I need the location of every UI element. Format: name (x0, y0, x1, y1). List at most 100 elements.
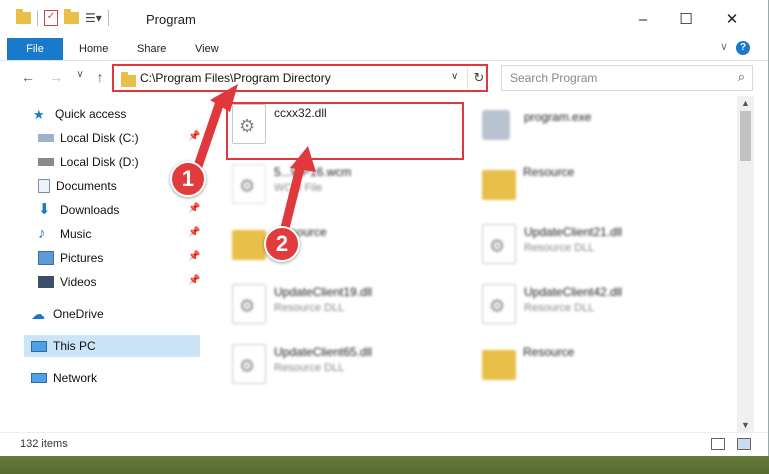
file-name: 5...WP16.wcm (274, 165, 352, 179)
close-button[interactable]: ✕ (720, 8, 744, 32)
sidebar-item-label: Documents (56, 179, 117, 193)
file-type: Resource DLL (274, 302, 345, 314)
help-icon[interactable]: ? (736, 41, 750, 55)
file-name: UpdateClient65.dll (274, 345, 373, 359)
pin-icon: 📌 (188, 203, 201, 214)
file-item-resource-folder[interactable]: Resource (480, 160, 720, 210)
file-name: program.exe (524, 110, 592, 124)
scrollbar-thumb[interactable] (740, 111, 751, 161)
sidebar-item-label: OneDrive (53, 307, 104, 321)
sidebar-item-label: Local Disk (C:) (60, 131, 139, 145)
sidebar-item-music[interactable]: ♪ Music (38, 223, 91, 245)
file-name: UpdateClient21.dll (524, 225, 623, 239)
customize-toolbar-icon[interactable]: ☰▾ (85, 11, 102, 25)
status-bar: 132 items (0, 432, 768, 457)
large-icons-view-icon[interactable] (737, 438, 751, 450)
exe-icon (482, 110, 510, 140)
music-icon: ♪ (38, 225, 46, 242)
file-item-wcm[interactable]: 5...WP16.wcm WCM File (230, 160, 470, 210)
tab-view[interactable]: View (195, 38, 219, 60)
file-name: UpdateClient19.dll (274, 285, 373, 299)
toolbar-separator (37, 10, 38, 26)
sidebar-item-onedrive[interactable]: ☁ OneDrive (31, 303, 104, 325)
navigation-pane: ★ Quick access Local Disk (C:) 📌 Local D… (0, 100, 204, 432)
address-bar[interactable]: C:\Program Files\Program Directory ∨ ↻ (112, 65, 488, 91)
file-type: Resource DLL (524, 242, 595, 254)
details-view-icon[interactable] (711, 438, 725, 450)
drive-icon (38, 158, 54, 166)
vertical-scrollbar[interactable]: ▲ ▼ (737, 96, 754, 432)
step-1-callout: 1 (170, 161, 206, 197)
file-item-ccxx32-dll[interactable]: ccxx32.dll (230, 100, 470, 150)
title-bar: ✓ ☰▾ Program – ☐ ✕ (0, 0, 768, 38)
properties-icon[interactable]: ✓ (44, 10, 58, 26)
refresh-icon[interactable]: ↻ (467, 67, 490, 89)
dll-icon (232, 344, 266, 384)
sidebar-item-local-disk-d[interactable]: Local Disk (D:) (38, 151, 139, 173)
sidebar-item-label: Pictures (60, 251, 104, 265)
drive-icon (38, 134, 54, 142)
sidebar-item-quick-access[interactable]: ★ Quick access (33, 103, 126, 125)
file-item-updateclient42-dll[interactable]: UpdateClient42.dll Resource DLL (480, 280, 720, 330)
sidebar-item-documents[interactable]: Documents (38, 175, 117, 197)
file-type: Resource DLL (274, 362, 345, 374)
file-name: UpdateClient42.dll (524, 285, 623, 299)
address-path[interactable]: C:\Program Files\Program Directory (140, 71, 331, 85)
pictures-icon (38, 251, 54, 265)
window-title: Program (146, 12, 196, 27)
scroll-up-icon[interactable]: ▲ (737, 96, 754, 110)
recent-locations-icon[interactable]: ∨ (72, 69, 88, 80)
pin-icon: 📌 (188, 275, 201, 286)
tab-home[interactable]: Home (79, 38, 108, 60)
search-icon[interactable]: ⌕ (738, 69, 745, 85)
file-item-resource-folder[interactable]: Resource (480, 340, 720, 390)
sidebar-item-label: Music (60, 227, 92, 241)
folder-icon (482, 170, 516, 200)
file-name: Resource (523, 345, 575, 359)
dll-icon (482, 224, 516, 264)
ribbon-tabs: File Home Share View ∨ ? (0, 38, 768, 61)
file-item-updateclient65-dll[interactable]: UpdateClient65.dll Resource DLL (230, 340, 470, 390)
sidebar-item-network[interactable]: Network (31, 367, 97, 389)
documents-icon (38, 179, 50, 193)
tab-file[interactable]: File (7, 38, 63, 60)
search-placeholder[interactable]: Search Program (510, 71, 597, 85)
pin-icon: 📌 (188, 251, 201, 262)
back-arrow-icon[interactable]: ← (20, 69, 36, 85)
maximize-button[interactable]: ☐ (674, 8, 698, 32)
search-input[interactable]: Search Program ⌕ (501, 65, 753, 91)
expand-ribbon-icon[interactable]: ∨ (720, 40, 728, 53)
up-arrow-icon[interactable]: ↑ (92, 69, 108, 85)
folder-icon (16, 9, 31, 24)
sidebar-item-downloads[interactable]: ⬇ Downloads (38, 199, 119, 221)
pin-icon: 📌 (188, 227, 201, 238)
dll-icon (232, 104, 266, 144)
quick-access-toolbar: ✓ ☰▾ (16, 8, 109, 28)
new-folder-icon[interactable] (64, 9, 79, 24)
file-item-program-exe[interactable]: program.exe (480, 100, 720, 150)
file-name: Resource (523, 165, 575, 179)
sidebar-item-videos[interactable]: Videos (38, 271, 96, 293)
scroll-down-icon[interactable]: ▼ (737, 418, 754, 432)
network-icon (31, 373, 47, 383)
tab-share[interactable]: Share (137, 38, 166, 60)
sidebar-item-local-disk-c[interactable]: Local Disk (C:) (38, 127, 139, 149)
sidebar-item-label: Quick access (55, 107, 127, 121)
dll-icon (482, 284, 516, 324)
monitor-icon (31, 340, 47, 352)
sidebar-item-label: Network (53, 371, 98, 385)
toolbar-separator (107, 10, 109, 26)
minimize-button[interactable]: – (631, 8, 655, 32)
dll-icon (232, 284, 266, 324)
file-item-updateclient21-dll[interactable]: UpdateClient21.dll Resource DLL (480, 220, 720, 270)
sidebar-item-this-pc[interactable]: This PC (31, 335, 96, 357)
file-item-updateclient19-dll[interactable]: UpdateClient19.dll Resource DLL (230, 280, 470, 330)
item-count: 132 items (20, 438, 68, 450)
sidebar-item-pictures[interactable]: Pictures (38, 247, 103, 269)
address-dropdown-icon[interactable]: ∨ (451, 71, 458, 82)
file-explorer-window: ✓ ☰▾ Program – ☐ ✕ File Home Share View … (0, 0, 769, 456)
folder-icon (482, 350, 516, 380)
sidebar-item-label: Local Disk (D:) (60, 155, 139, 169)
cloud-icon: ☁ (31, 306, 45, 322)
forward-arrow-icon[interactable]: → (48, 69, 64, 85)
